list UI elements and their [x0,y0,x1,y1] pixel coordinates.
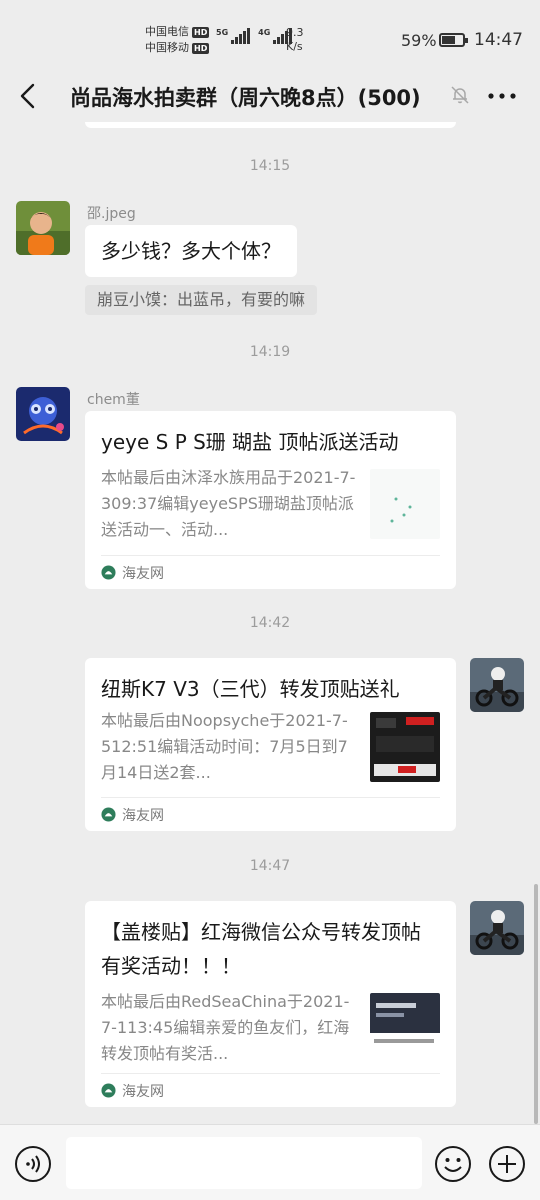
speed-unit: K/s [286,40,303,53]
site-logo-icon [101,1083,116,1098]
card-thumbnail [370,469,440,539]
message-input[interactable] [66,1137,422,1189]
link-card[interactable]: yeye S P S珊 瑚盐 顶帖派送活动 本帖最后由沐泽水族用品于2021-7… [85,411,456,589]
card-source: 海友网 [101,1073,440,1107]
my-avatar[interactable] [470,658,524,712]
scrollbar[interactable] [534,884,538,1124]
timestamp: 14:42 [249,615,291,631]
sender-name: chem董 [87,392,140,408]
card-description: 本帖最后由RedSeaChina于2021-7-113:45编辑亲爱的鱼友们，红… [101,992,350,1063]
quoted-message[interactable]: 崩豆小馍：出蓝吊，有要的嘛 [85,285,318,315]
site-logo-icon [101,807,116,822]
status-time: 14:47 [474,30,523,50]
sender-name: 邵.jpeg [87,206,136,222]
link-card[interactable]: 纽斯K7 V3（三代）转发顶贴送礼 本帖最后由Noopsyche于2021-7-… [85,658,456,831]
timestamp: 14:19 [249,344,291,360]
more-dots-icon[interactable] [486,84,518,108]
my-avatar[interactable] [470,901,524,955]
card-title: 【盖楼贴】红海微信公众号转发顶帖有奖活动！！！ [101,920,421,978]
chat-title: 尚品海水拍卖群（周六晚8点）(500) [70,86,421,110]
plus-icon[interactable] [488,1145,526,1183]
network-speed: 9.3 K/s [286,26,304,54]
previous-message-bubble[interactable] [85,122,456,128]
card-title: 纽斯K7 V3（三代）转发顶贴送礼 [101,677,400,701]
message-bubble[interactable]: 多少钱？多大个体？ [85,225,297,277]
source-name: 海友网 [122,807,164,824]
network-type-2: 4G [258,28,271,37]
link-card[interactable]: 【盖楼贴】红海微信公众号转发顶帖有奖活动！！！ 本帖最后由RedSeaChina… [85,901,456,1107]
signal-icons: 5G 4G [216,28,293,44]
avatar[interactable] [16,201,70,255]
status-bar: 中国电信 HD 中国移动 HD 5G 4G 9.3 K/s 59% 14:47 [0,0,540,72]
source-name: 海友网 [122,565,164,582]
speed-value: 9.3 [286,26,304,39]
battery-icon [439,33,468,47]
input-bar [0,1124,540,1200]
battery-percent: 59% [401,31,437,50]
card-description: 本帖最后由Noopsyche于2021-7-512:51编辑活动时间：7月5日到… [101,711,348,782]
card-title: yeye S P S珊 瑚盐 顶帖派送活动 [101,430,399,454]
chevron-left-icon[interactable] [14,81,44,111]
bell-off-icon [451,86,469,104]
card-description: 本帖最后由沐泽水族用品于2021-7-309:37编辑yeyeSPS珊瑚盐顶帖派… [101,468,356,539]
source-name: 海友网 [122,1083,164,1100]
timestamp: 14:47 [249,858,291,874]
card-source: 海友网 [101,797,440,831]
site-logo-icon [101,565,116,580]
network-type-1: 5G [216,28,229,37]
carrier-1: 中国电信 [145,25,189,38]
avatar[interactable] [16,387,70,441]
signal-5g-icon: 5G [216,28,251,44]
carrier-2: 中国移动 [145,41,189,54]
card-thumbnail [370,993,440,1063]
voice-icon[interactable] [14,1145,52,1183]
timestamp: 14:15 [249,158,291,174]
hd-badge: HD [192,42,210,54]
chat-header: 尚品海水拍卖群（周六晚8点）(500) [0,72,540,122]
hd-badge: HD [192,26,210,38]
card-thumbnail [370,712,440,782]
carrier-info: 中国电信 HD 中国移动 HD [145,24,210,56]
chat-area[interactable]: 14:15 邵.jpeg 多少钱？多大个体？ 崩豆小馍：出蓝吊，有要的嘛 14:… [0,122,540,1122]
card-source: 海友网 [101,555,440,589]
emoji-icon[interactable] [434,1145,472,1183]
